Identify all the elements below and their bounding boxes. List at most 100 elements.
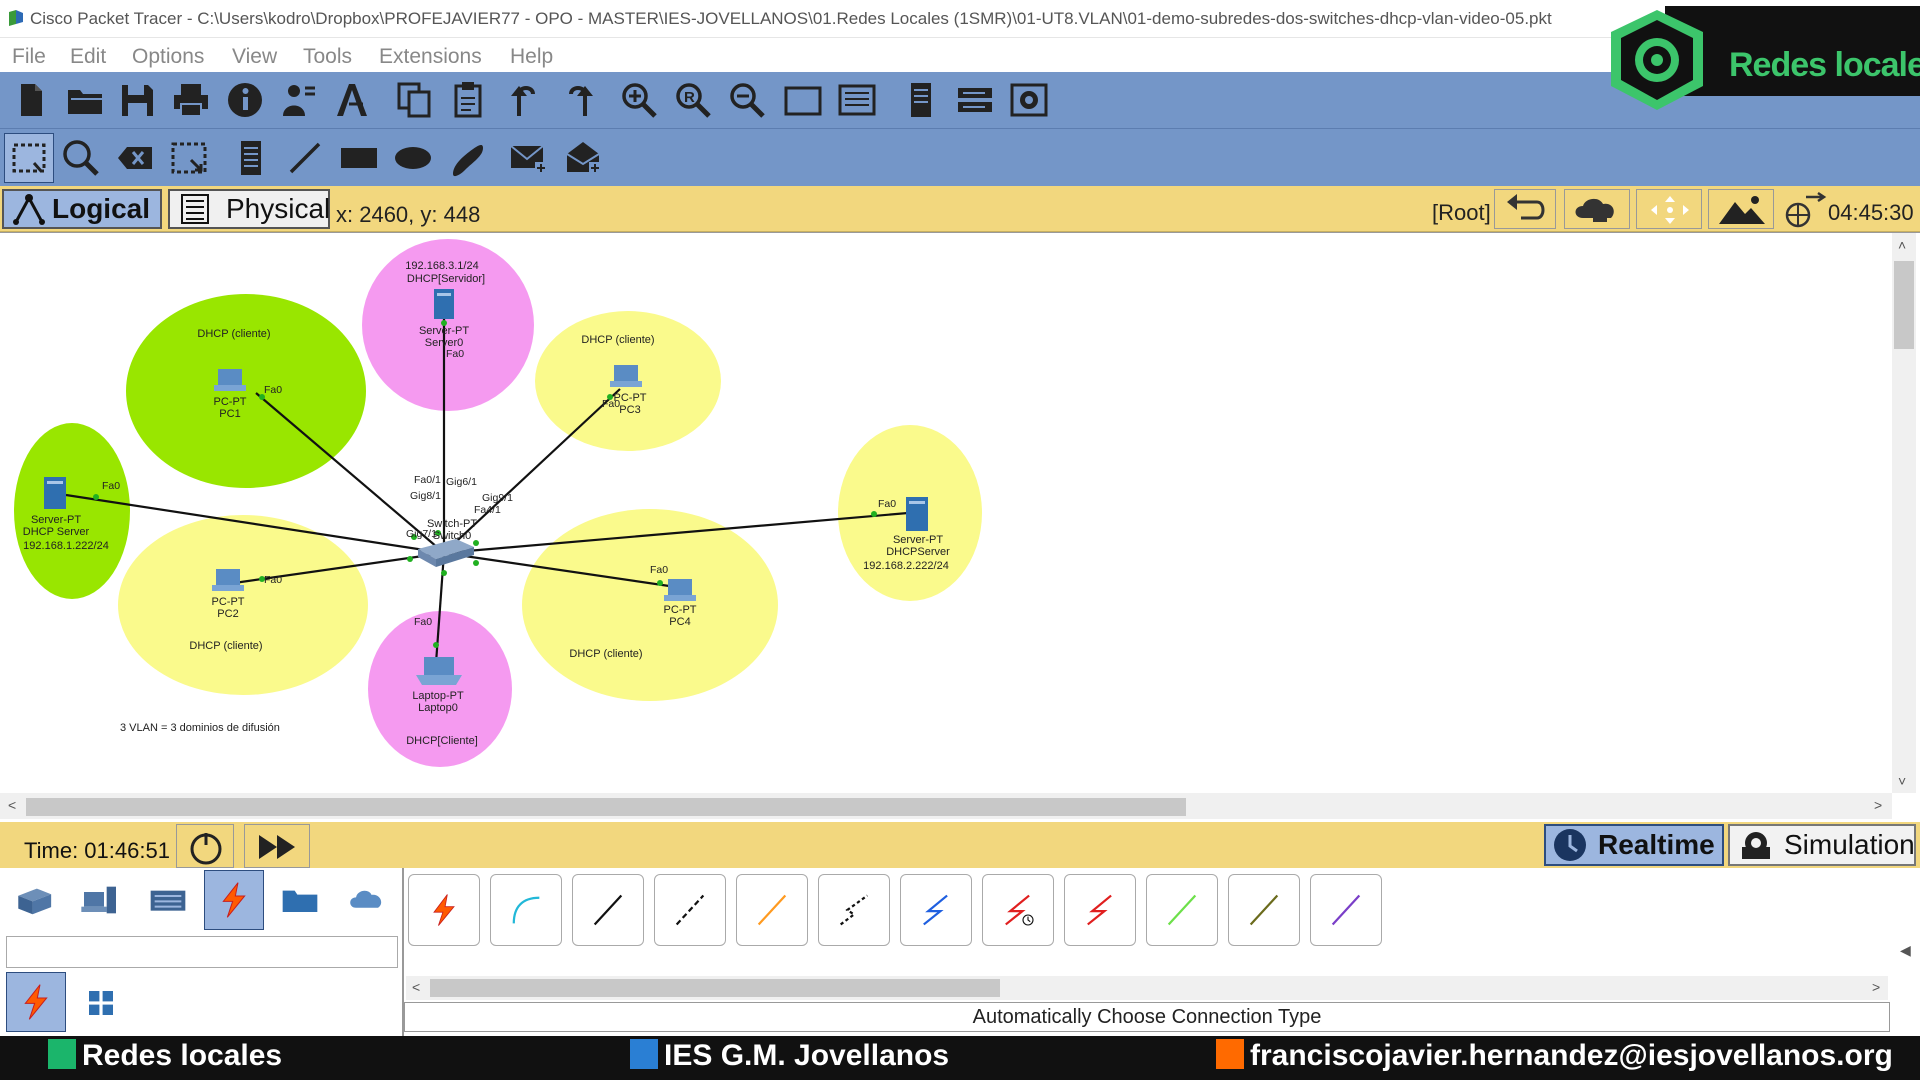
move-object-icon[interactable] bbox=[1636, 189, 1702, 229]
end-devices-icon[interactable] bbox=[70, 872, 130, 928]
copper-straight-through-icon[interactable] bbox=[572, 874, 644, 946]
zoom-reset-icon[interactable]: R bbox=[670, 77, 716, 123]
iot-custom-cable-icon[interactable] bbox=[1228, 874, 1300, 946]
draw-ellipse-icon[interactable] bbox=[390, 135, 436, 181]
menu-edit[interactable]: Edit bbox=[70, 45, 106, 69]
notes-icon[interactable] bbox=[898, 77, 944, 123]
palette-scroll-thumb[interactable] bbox=[430, 979, 1000, 997]
undo-icon[interactable] bbox=[502, 77, 548, 123]
serial-dce-icon[interactable] bbox=[982, 874, 1054, 946]
back-icon[interactable] bbox=[1494, 189, 1556, 229]
root-breadcrumb[interactable]: [Root] bbox=[1432, 200, 1491, 226]
logical-workspace[interactable]: DHCP (cliente) 192.168.3.1/24 DHCP[Servi… bbox=[0, 232, 1920, 819]
pc4-icon[interactable] bbox=[664, 579, 696, 601]
cluster-icon[interactable] bbox=[952, 77, 998, 123]
new-file-icon[interactable] bbox=[8, 77, 54, 123]
scroll-down-arrow[interactable]: ˅ bbox=[1898, 773, 1906, 789]
connection-type-status: Automatically Choose Connection Type bbox=[404, 1002, 1890, 1032]
scroll-up-arrow[interactable]: ˄ bbox=[1898, 237, 1906, 253]
photo-icon[interactable] bbox=[1006, 77, 1052, 123]
power-cycle-icon[interactable] bbox=[176, 824, 234, 868]
redo-icon[interactable] bbox=[556, 77, 602, 123]
resize-shape-icon[interactable] bbox=[166, 135, 212, 181]
serial-dte-icon[interactable] bbox=[1064, 874, 1136, 946]
network-devices-icon[interactable] bbox=[6, 872, 62, 928]
overlay-label-redes-locales: Redes locales bbox=[82, 1039, 283, 1072]
new-cluster-icon[interactable] bbox=[1564, 189, 1630, 229]
palette-scroll-right[interactable]: > bbox=[1872, 979, 1880, 995]
auto-connection-icon[interactable] bbox=[408, 874, 480, 946]
delete-tool-icon[interactable] bbox=[112, 135, 158, 181]
add-simple-pdu-icon[interactable] bbox=[506, 135, 552, 181]
octal-cable-icon[interactable] bbox=[1146, 874, 1218, 946]
user-profile-icon[interactable] bbox=[276, 77, 322, 123]
place-note-icon[interactable] bbox=[228, 135, 274, 181]
switch-icon[interactable] bbox=[418, 539, 474, 567]
connections-subcategory-icon[interactable] bbox=[6, 972, 66, 1032]
overlay-label-ies: IES G.M. Jovellanos bbox=[664, 1039, 950, 1072]
palette-scroll-left[interactable]: < bbox=[412, 979, 420, 995]
save-icon[interactable] bbox=[114, 77, 160, 123]
miscellaneous-icon[interactable] bbox=[270, 872, 330, 928]
zone-green-dhcp1[interactable] bbox=[14, 423, 130, 599]
scroll-right-arrow[interactable]: > bbox=[1874, 797, 1882, 813]
menu-options[interactable]: Options bbox=[132, 45, 204, 69]
fast-forward-icon[interactable] bbox=[244, 824, 310, 868]
copper-cross-over-icon[interactable] bbox=[654, 874, 726, 946]
tab-logical[interactable]: Logical bbox=[2, 189, 162, 229]
overlay-label-email: franciscojavier.hernandez@iesjovellanos.… bbox=[1250, 1039, 1893, 1072]
menu-view[interactable]: View bbox=[232, 45, 277, 69]
open-folder-icon[interactable] bbox=[62, 77, 108, 123]
dhcp-server-2-icon[interactable] bbox=[906, 497, 928, 531]
menu-tools[interactable]: Tools bbox=[303, 45, 352, 69]
custom-devices-icon[interactable] bbox=[834, 77, 880, 123]
grid-view-icon[interactable] bbox=[76, 978, 126, 1028]
drawing-palette-icon[interactable] bbox=[780, 77, 826, 123]
zoom-in-icon[interactable] bbox=[616, 77, 662, 123]
horizontal-scroll-thumb[interactable] bbox=[26, 798, 1186, 816]
scroll-left-arrow[interactable]: < bbox=[8, 797, 16, 813]
pc3-icon[interactable] bbox=[610, 365, 642, 387]
canvas-horizontal-scrollbar[interactable]: < > bbox=[0, 793, 1892, 819]
menu-help[interactable]: Help bbox=[510, 45, 553, 69]
freeform-icon[interactable] bbox=[444, 135, 490, 181]
info-icon[interactable] bbox=[222, 77, 268, 123]
pc2-icon[interactable] bbox=[212, 569, 244, 591]
print-icon[interactable] bbox=[168, 77, 214, 123]
draw-line-icon[interactable] bbox=[282, 135, 328, 181]
pc1-icon[interactable] bbox=[214, 369, 246, 391]
vertical-scroll-thumb[interactable] bbox=[1894, 261, 1914, 349]
canvas-vertical-scrollbar[interactable]: ˄ ˅ bbox=[1892, 233, 1916, 793]
device-search-box[interactable] bbox=[6, 936, 398, 968]
components-icon[interactable] bbox=[138, 872, 198, 928]
dhcp-server-1-icon[interactable] bbox=[44, 477, 66, 509]
menu-file[interactable]: File bbox=[12, 45, 46, 69]
palette-horizontal-scrollbar[interactable]: < > bbox=[406, 976, 1888, 1000]
console-cable-icon[interactable] bbox=[490, 874, 562, 946]
tab-physical[interactable]: Physical bbox=[168, 189, 330, 229]
zone-yellow-pc4[interactable] bbox=[522, 509, 778, 701]
paste-icon[interactable] bbox=[446, 77, 492, 123]
phone-cable-icon[interactable] bbox=[818, 874, 890, 946]
viewport-icon[interactable] bbox=[1778, 189, 1828, 229]
multiuser-cloud-icon[interactable] bbox=[336, 872, 398, 928]
copy-icon[interactable] bbox=[392, 77, 438, 123]
fiber-icon[interactable] bbox=[736, 874, 808, 946]
coaxial-cable-icon[interactable] bbox=[900, 874, 972, 946]
zoom-out-icon[interactable] bbox=[724, 77, 770, 123]
usb-cable-icon[interactable] bbox=[1310, 874, 1382, 946]
palette-collapse-arrow[interactable]: ◀ bbox=[1900, 942, 1911, 959]
simulation-button[interactable]: Simulation bbox=[1728, 824, 1916, 866]
realtime-label: Realtime bbox=[1598, 829, 1715, 860]
activity-wizard-icon[interactable] bbox=[330, 77, 376, 123]
realtime-button[interactable]: Realtime bbox=[1544, 824, 1724, 866]
menu-extensions[interactable]: Extensions bbox=[379, 45, 482, 69]
set-background-icon[interactable] bbox=[1708, 189, 1774, 229]
draw-rectangle-icon[interactable] bbox=[336, 135, 382, 181]
select-tool-icon[interactable] bbox=[4, 133, 54, 183]
add-complex-pdu-icon[interactable] bbox=[560, 135, 606, 181]
server0-icon[interactable] bbox=[434, 289, 454, 319]
connections-icon[interactable] bbox=[204, 870, 264, 930]
clock: 04:45:30 bbox=[1828, 200, 1914, 225]
inspect-tool-icon[interactable] bbox=[58, 135, 104, 181]
